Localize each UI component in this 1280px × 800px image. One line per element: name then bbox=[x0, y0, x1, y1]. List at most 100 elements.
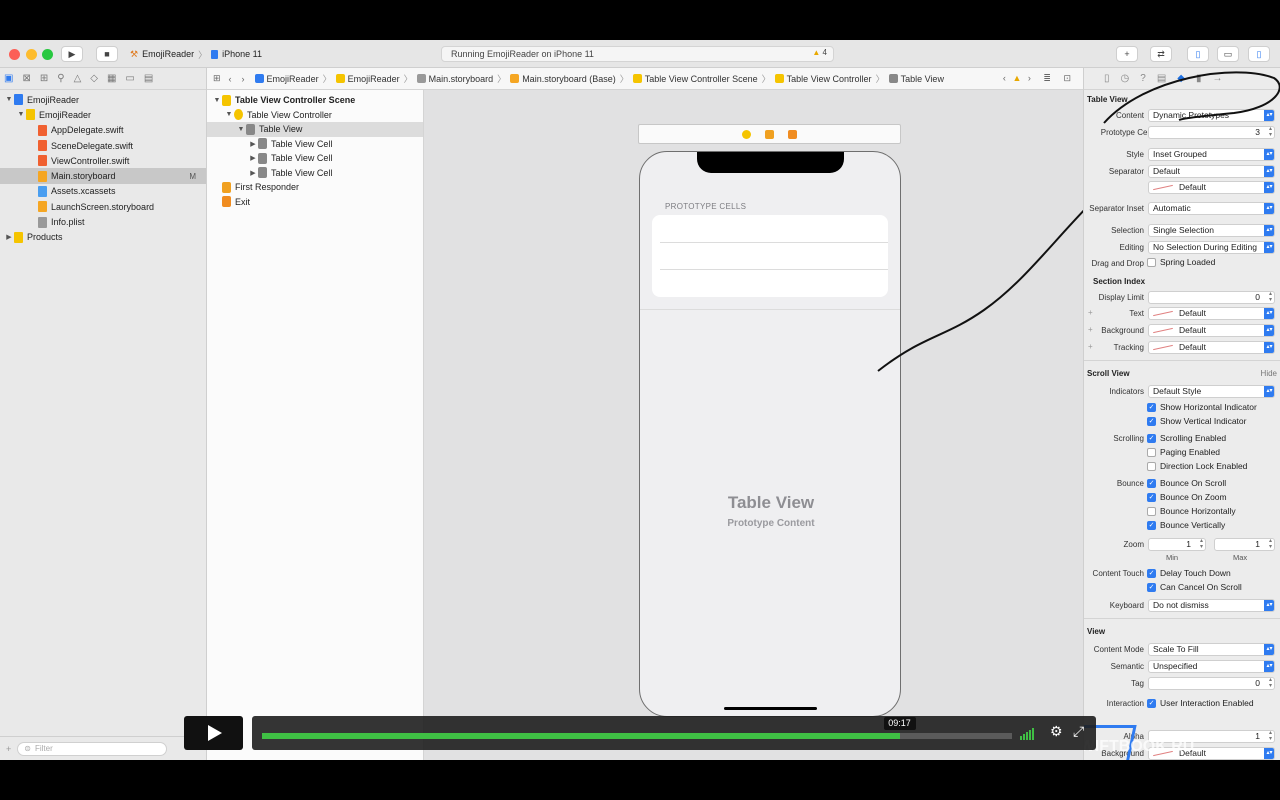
close-window-button[interactable] bbox=[9, 49, 20, 60]
file-item-label: AppDelegate.swift bbox=[51, 125, 124, 136]
disclosure-closed-icon[interactable]: ▶ bbox=[248, 140, 258, 148]
warning-icon[interactable]: ▲ bbox=[1012, 73, 1021, 83]
forward-icon[interactable]: › bbox=[242, 74, 245, 84]
assets-icon bbox=[38, 185, 47, 197]
chevron-right-icon: 〉 bbox=[403, 74, 413, 84]
outline-item-exit[interactable]: Exit bbox=[207, 195, 423, 210]
breadcrumb-item[interactable]: Table View Controller Scene bbox=[632, 72, 758, 85]
report-icon[interactable]: ▤ bbox=[144, 73, 153, 84]
source-control-icon[interactable]: ⊠ bbox=[22, 73, 30, 84]
breadcrumb-label: EmojiReader bbox=[347, 73, 400, 84]
outline-item-icon bbox=[258, 138, 267, 150]
toolbar: ▶ ■ ⚒ EmojiReader 〉 iPhone 11 Running Em… bbox=[0, 40, 1280, 68]
add-icon[interactable]: + bbox=[6, 744, 11, 754]
breadcrumb-item[interactable]: Main.storyboard (Base) bbox=[510, 72, 616, 85]
outline-item-label: First Responder bbox=[235, 182, 300, 193]
back-icon[interactable]: ‹ bbox=[229, 74, 232, 84]
breadcrumb-item[interactable]: Table View bbox=[888, 72, 944, 85]
next-issue-icon[interactable]: › bbox=[1028, 73, 1031, 83]
add-editor-icon[interactable]: ⊡ bbox=[1063, 73, 1071, 83]
file-item-info-plist[interactable]: Info.plist bbox=[0, 214, 206, 229]
play-button[interactable] bbox=[184, 716, 243, 750]
file-item-products[interactable]: ▶ Products bbox=[0, 230, 206, 245]
file-item-viewcontroller-swift[interactable]: ViewController.swift bbox=[0, 153, 206, 168]
outline-item-table-view[interactable]: ▼ Table View bbox=[207, 122, 423, 137]
scheme-app: EmojiReader bbox=[142, 49, 195, 59]
breadcrumb-item[interactable]: Table View Controller bbox=[774, 72, 872, 85]
project-icon bbox=[14, 94, 23, 106]
test-icon[interactable]: ◇ bbox=[90, 73, 98, 84]
swift-icon bbox=[38, 140, 47, 152]
settings-gear-icon[interactable]: ⚙ bbox=[1050, 723, 1063, 740]
breadcrumb: EmojiReader 〉 EmojiReader 〉 Main.storyboard 〉… bbox=[254, 72, 948, 85]
breadcrumb-item-icon bbox=[888, 74, 898, 83]
breakpoint-icon[interactable]: ▭ bbox=[125, 73, 134, 84]
scm-status-badge: M bbox=[189, 171, 196, 181]
toggle-navigator-button[interactable]: ▯ bbox=[1187, 46, 1209, 62]
minimize-window-button[interactable] bbox=[26, 49, 37, 60]
breadcrumb-item[interactable]: EmojiReader bbox=[335, 72, 400, 85]
activity-status: Running EmojiReader on iPhone 11 ▲ 4 bbox=[441, 46, 834, 62]
outline-item-first-responder[interactable]: First Responder bbox=[207, 180, 423, 195]
code-review-button[interactable]: ⇄ bbox=[1150, 46, 1172, 62]
disclosure-open-icon[interactable]: ▼ bbox=[212, 97, 222, 104]
file-item-label: Products bbox=[27, 232, 63, 243]
volume-bar bbox=[1020, 736, 1022, 740]
video-player-controls: 09:17 ⚙ ⤢ bbox=[184, 716, 1096, 750]
disclosure-open-icon[interactable]: ▼ bbox=[224, 111, 234, 118]
progress-track[interactable]: 09:17 bbox=[262, 717, 1012, 739]
disclosure-open-icon[interactable]: ▼ bbox=[236, 126, 246, 133]
storyboard-canvas[interactable]: PROTOTYPE CELLS Table View Prototype Con… bbox=[424, 90, 1083, 760]
disclosure-open-icon[interactable]: ▼ bbox=[16, 111, 26, 118]
file-item-label: Main.storyboard bbox=[51, 171, 116, 182]
project-navigator: ▣ ⊠ ⊞ ⚲ △ ◇ ▦ ▭ ▤ ▼ EmojiReader ▼ EmojiRead… bbox=[0, 68, 207, 760]
run-button[interactable]: ▶ bbox=[61, 46, 83, 62]
swap-arrows-icon: ⇄ bbox=[1157, 48, 1165, 59]
file-item-emojireader[interactable]: ▼ EmojiReader bbox=[0, 92, 206, 107]
file-item-assets-xcassets[interactable]: Assets.xcassets bbox=[0, 184, 206, 199]
disclosure-open-icon[interactable]: ▼ bbox=[4, 96, 14, 103]
volume-control[interactable] bbox=[1020, 728, 1034, 740]
file-item-label: ViewController.swift bbox=[51, 155, 130, 166]
symbol-icon[interactable]: ⊞ bbox=[40, 73, 48, 84]
stop-button[interactable]: ■ bbox=[96, 46, 118, 62]
library-button[interactable]: + bbox=[1116, 46, 1138, 62]
find-icon[interactable]: ⚲ bbox=[57, 73, 64, 84]
disclosure-closed-icon[interactable]: ▶ bbox=[248, 169, 258, 177]
volume-bar bbox=[1029, 730, 1031, 740]
file-item-scenedelegate-swift[interactable]: SceneDelegate.swift bbox=[0, 138, 206, 153]
file-item-appdelegate-swift[interactable]: AppDelegate.swift bbox=[0, 123, 206, 138]
outline-item-icon bbox=[222, 181, 231, 193]
file-item-emojireader[interactable]: ▼ EmojiReader bbox=[0, 107, 206, 122]
zoom-window-button[interactable] bbox=[42, 49, 53, 60]
disclosure-closed-icon[interactable]: ▶ bbox=[4, 233, 14, 241]
outline-item-icon bbox=[258, 167, 267, 179]
toggle-inspector-button[interactable]: ▯ bbox=[1248, 46, 1270, 62]
chevron-right-icon: 〉 bbox=[875, 74, 885, 84]
document-outline: ▼ Table View Controller Scene ▼ Table View … bbox=[207, 90, 424, 760]
outline-item-table-view-controller-scene[interactable]: ▼ Table View Controller Scene bbox=[207, 93, 423, 108]
folder-icon bbox=[14, 231, 23, 243]
warning-badge[interactable]: ▲ 4 bbox=[812, 48, 827, 57]
chevron-right-icon: 〉 bbox=[497, 74, 507, 84]
file-item-main-storyboard[interactable]: Main.storyboard M bbox=[0, 168, 206, 184]
outline-item-table-view-controller[interactable]: ▼ Table View Controller bbox=[207, 108, 423, 123]
breadcrumb-item[interactable]: Main.storyboard bbox=[416, 72, 493, 85]
outline-item-table-view-cell[interactable]: ▶ Table View Cell bbox=[207, 151, 423, 166]
folder-icon[interactable]: ▣ bbox=[4, 73, 13, 84]
file-item-launchscreen-storyboard[interactable]: LaunchScreen.storyboard bbox=[0, 199, 206, 214]
prev-issue-icon[interactable]: ‹ bbox=[1003, 73, 1006, 83]
debug-icon[interactable]: ▦ bbox=[107, 73, 116, 84]
warning-icon: ▲ bbox=[812, 48, 821, 57]
editor-options-icon[interactable]: ≣ bbox=[1043, 73, 1051, 83]
breadcrumb-item[interactable]: EmojiReader bbox=[254, 72, 319, 85]
outline-item-table-view-cell[interactable]: ▶ Table View Cell bbox=[207, 137, 423, 152]
scheme-selector[interactable]: ⚒ EmojiReader 〉 iPhone 11 bbox=[130, 46, 262, 62]
toggle-debug-button[interactable]: ▭ bbox=[1217, 46, 1239, 62]
related-items-icon[interactable]: ⊞ bbox=[213, 73, 221, 84]
disclosure-closed-icon[interactable]: ▶ bbox=[248, 154, 258, 162]
outline-item-table-view-cell[interactable]: ▶ Table View Cell bbox=[207, 166, 423, 181]
fullscreen-icon[interactable]: ⤢ bbox=[1073, 723, 1084, 740]
issue-icon[interactable]: △ bbox=[74, 73, 82, 84]
filter-input[interactable]: ⊜ Filter bbox=[17, 741, 168, 756]
